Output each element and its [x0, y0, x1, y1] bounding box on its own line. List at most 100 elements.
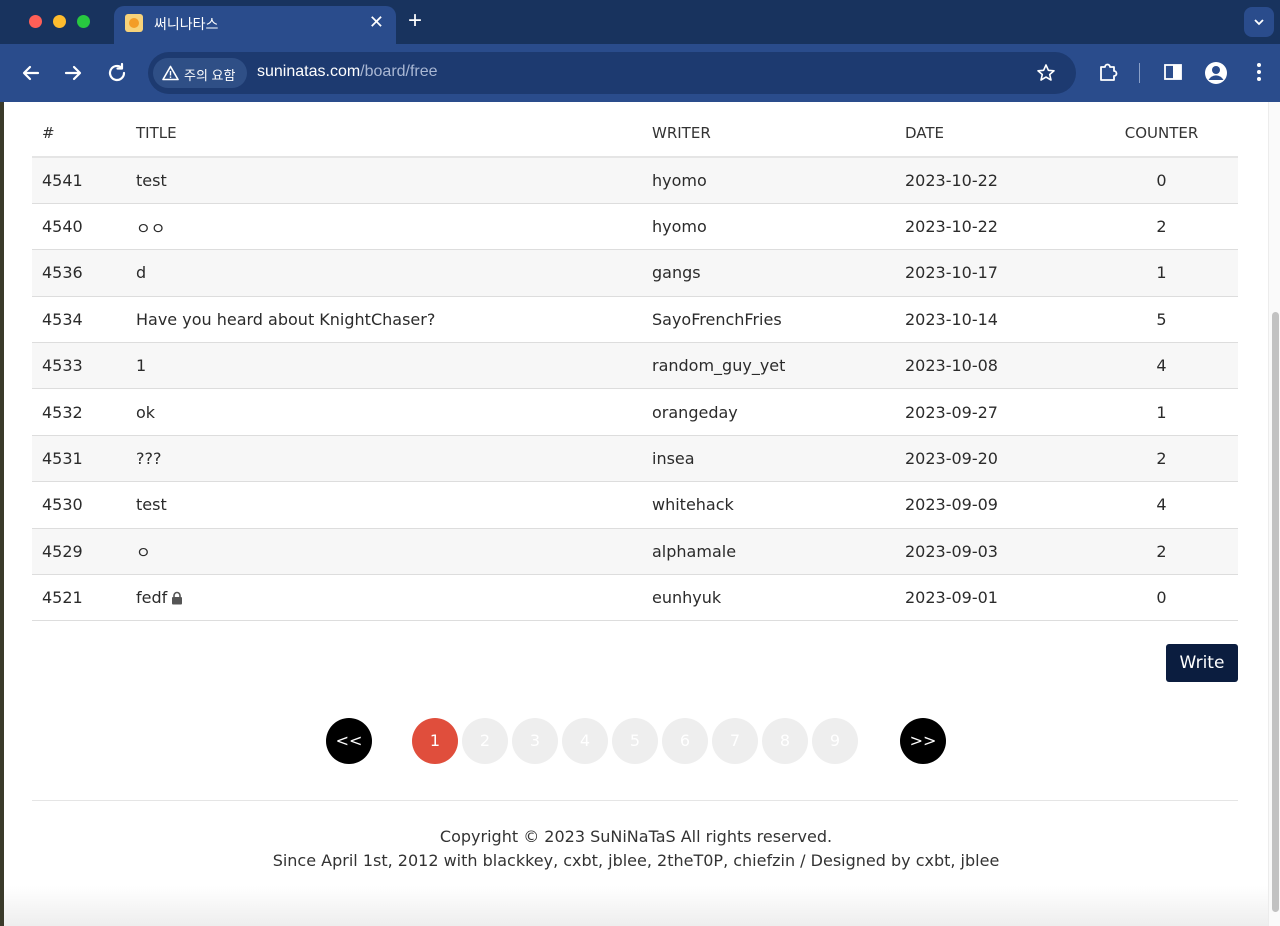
side-panel-icon[interactable] — [1162, 61, 1184, 83]
page-bottom-shadow — [4, 886, 1268, 926]
post-writer: eunhyuk — [642, 574, 895, 622]
post-title-cell[interactable]: fedf — [126, 574, 642, 622]
new-tab-button[interactable]: + — [408, 8, 422, 34]
table-row[interactable]: 4532 ok orangeday 2023-09-27 1 — [32, 388, 1238, 436]
post-title[interactable]: ㅇㅇ — [126, 203, 642, 251]
footer-credits: Since April 1st, 2012 with blackkey, cxb… — [272, 851, 1000, 870]
post-counter: 5 — [1085, 296, 1238, 344]
close-window-button[interactable] — [29, 15, 42, 28]
forward-arrow-icon[interactable] — [61, 61, 85, 85]
table-row[interactable]: 4521 fedf eunhyuk 2023-09-01 0 — [32, 574, 1238, 622]
page-button-4[interactable]: 4 — [562, 718, 608, 764]
table-row[interactable]: 4533 1 random_guy_yet 2023-10-08 4 — [32, 342, 1238, 390]
page-button-7[interactable]: 7 — [712, 718, 758, 764]
table-row[interactable]: 4540 ㅇㅇ hyomo 2023-10-22 2 — [32, 203, 1238, 251]
table-row[interactable]: 4534 Have you heard about KnightChaser? … — [32, 296, 1238, 344]
post-date: 2023-10-08 — [895, 342, 1085, 390]
post-writer: random_guy_yet — [642, 342, 895, 390]
extensions-puzzle-icon[interactable] — [1097, 61, 1119, 83]
page-button-1[interactable]: 1 — [412, 718, 458, 764]
page-button-8[interactable]: 8 — [762, 718, 808, 764]
table-row[interactable]: 4530 test whitehack 2023-09-09 4 — [32, 481, 1238, 529]
address-bar[interactable]: 주의 요함 suninatas.com/board/free — [148, 52, 1076, 94]
previous-pages-button[interactable]: << — [326, 718, 372, 764]
post-number: 4521 — [32, 574, 126, 622]
post-number: 4529 — [32, 528, 126, 576]
reload-icon[interactable] — [105, 61, 129, 85]
tab-search-button[interactable] — [1244, 7, 1274, 37]
toolbar-divider — [1139, 63, 1140, 83]
page-button-2[interactable]: 2 — [462, 718, 508, 764]
post-counter: 2 — [1085, 203, 1238, 251]
post-writer: alphamale — [642, 528, 895, 576]
post-writer: insea — [642, 435, 895, 483]
post-number: 4540 — [32, 203, 126, 251]
table-row[interactable]: 4529 ㅇ alphamale 2023-09-03 2 — [32, 528, 1238, 576]
post-title[interactable]: Have you heard about KnightChaser? — [126, 296, 642, 344]
post-title[interactable]: d — [126, 249, 642, 297]
post-number: 4530 — [32, 481, 126, 529]
warning-triangle-icon — [162, 65, 179, 81]
post-title[interactable]: ok — [126, 388, 642, 436]
chevron-down-icon — [1254, 19, 1264, 26]
post-date: 2023-10-22 — [895, 157, 1085, 204]
post-date: 2023-09-01 — [895, 574, 1085, 622]
post-counter: 0 — [1085, 574, 1238, 622]
tab-close-icon[interactable]: ✕ — [369, 12, 384, 32]
post-date: 2023-09-03 — [895, 528, 1085, 576]
back-arrow-icon[interactable] — [19, 61, 43, 85]
security-chip-label: 주의 요함 — [184, 68, 236, 83]
next-pages-button[interactable]: >> — [900, 718, 946, 764]
post-number: 4541 — [32, 157, 126, 204]
table-row[interactable]: 4541 test hyomo 2023-10-22 0 — [32, 157, 1238, 204]
more-menu-icon[interactable] — [1250, 61, 1268, 83]
url-host: suninatas.com — [257, 63, 361, 80]
post-number: 4534 — [32, 296, 126, 344]
page-button-6[interactable]: 6 — [662, 718, 708, 764]
page-button-3[interactable]: 3 — [512, 718, 558, 764]
column-header-date: DATE — [895, 110, 1085, 158]
post-title[interactable]: test — [126, 157, 642, 204]
post-date: 2023-10-22 — [895, 203, 1085, 251]
post-title[interactable]: test — [126, 481, 642, 529]
minimize-window-button[interactable] — [53, 15, 66, 28]
post-writer: whitehack — [642, 481, 895, 529]
post-writer: orangeday — [642, 388, 895, 436]
post-counter: 1 — [1085, 249, 1238, 297]
url-text[interactable]: suninatas.com/board/free — [257, 63, 438, 81]
bookmark-star-icon[interactable] — [1036, 63, 1056, 83]
page-content: # TITLE WRITER DATE COUNTER 4541 test hy… — [4, 102, 1280, 926]
post-writer: hyomo — [642, 157, 895, 204]
security-warning-chip[interactable]: 주의 요함 — [153, 58, 247, 88]
column-header-title: TITLE — [126, 110, 642, 158]
post-title[interactable]: fedf — [136, 588, 167, 607]
vertical-scrollbar[interactable] — [1268, 102, 1280, 926]
footer-copyright: Copyright © 2023 SuNiNaTaS All rights re… — [439, 827, 833, 846]
url-path: /board/free — [360, 63, 438, 80]
post-writer: gangs — [642, 249, 895, 297]
post-title[interactable]: ??? — [126, 435, 642, 483]
post-writer: hyomo — [642, 203, 895, 251]
post-title[interactable]: ㅇ — [126, 528, 642, 576]
column-header-number: # — [32, 110, 126, 158]
profile-avatar-icon[interactable] — [1204, 61, 1228, 85]
post-counter: 2 — [1085, 435, 1238, 483]
post-date: 2023-09-27 — [895, 388, 1085, 436]
maximize-window-button[interactable] — [77, 15, 90, 28]
post-title[interactable]: 1 — [126, 342, 642, 390]
table-header-row: # TITLE WRITER DATE COUNTER — [32, 110, 1238, 158]
scrollbar-thumb[interactable] — [1272, 312, 1279, 912]
post-counter: 1 — [1085, 388, 1238, 436]
page-button-9[interactable]: 9 — [812, 718, 858, 764]
sun-favicon-icon — [125, 14, 143, 32]
post-date: 2023-09-09 — [895, 481, 1085, 529]
column-header-counter: COUNTER — [1085, 110, 1238, 158]
table-row[interactable]: 4536 d gangs 2023-10-17 1 — [32, 249, 1238, 297]
table-row[interactable]: 4531 ??? insea 2023-09-20 2 — [32, 435, 1238, 483]
write-button[interactable]: Write — [1166, 644, 1238, 682]
page-button-5[interactable]: 5 — [612, 718, 658, 764]
browser-tab[interactable]: 써니나타스 ✕ — [114, 6, 396, 44]
post-number: 4533 — [32, 342, 126, 390]
browser-toolbar: 주의 요함 suninatas.com/board/free — [0, 44, 1280, 102]
pagination: << 1 2 3 4 5 6 7 8 9 >> — [4, 718, 1268, 766]
